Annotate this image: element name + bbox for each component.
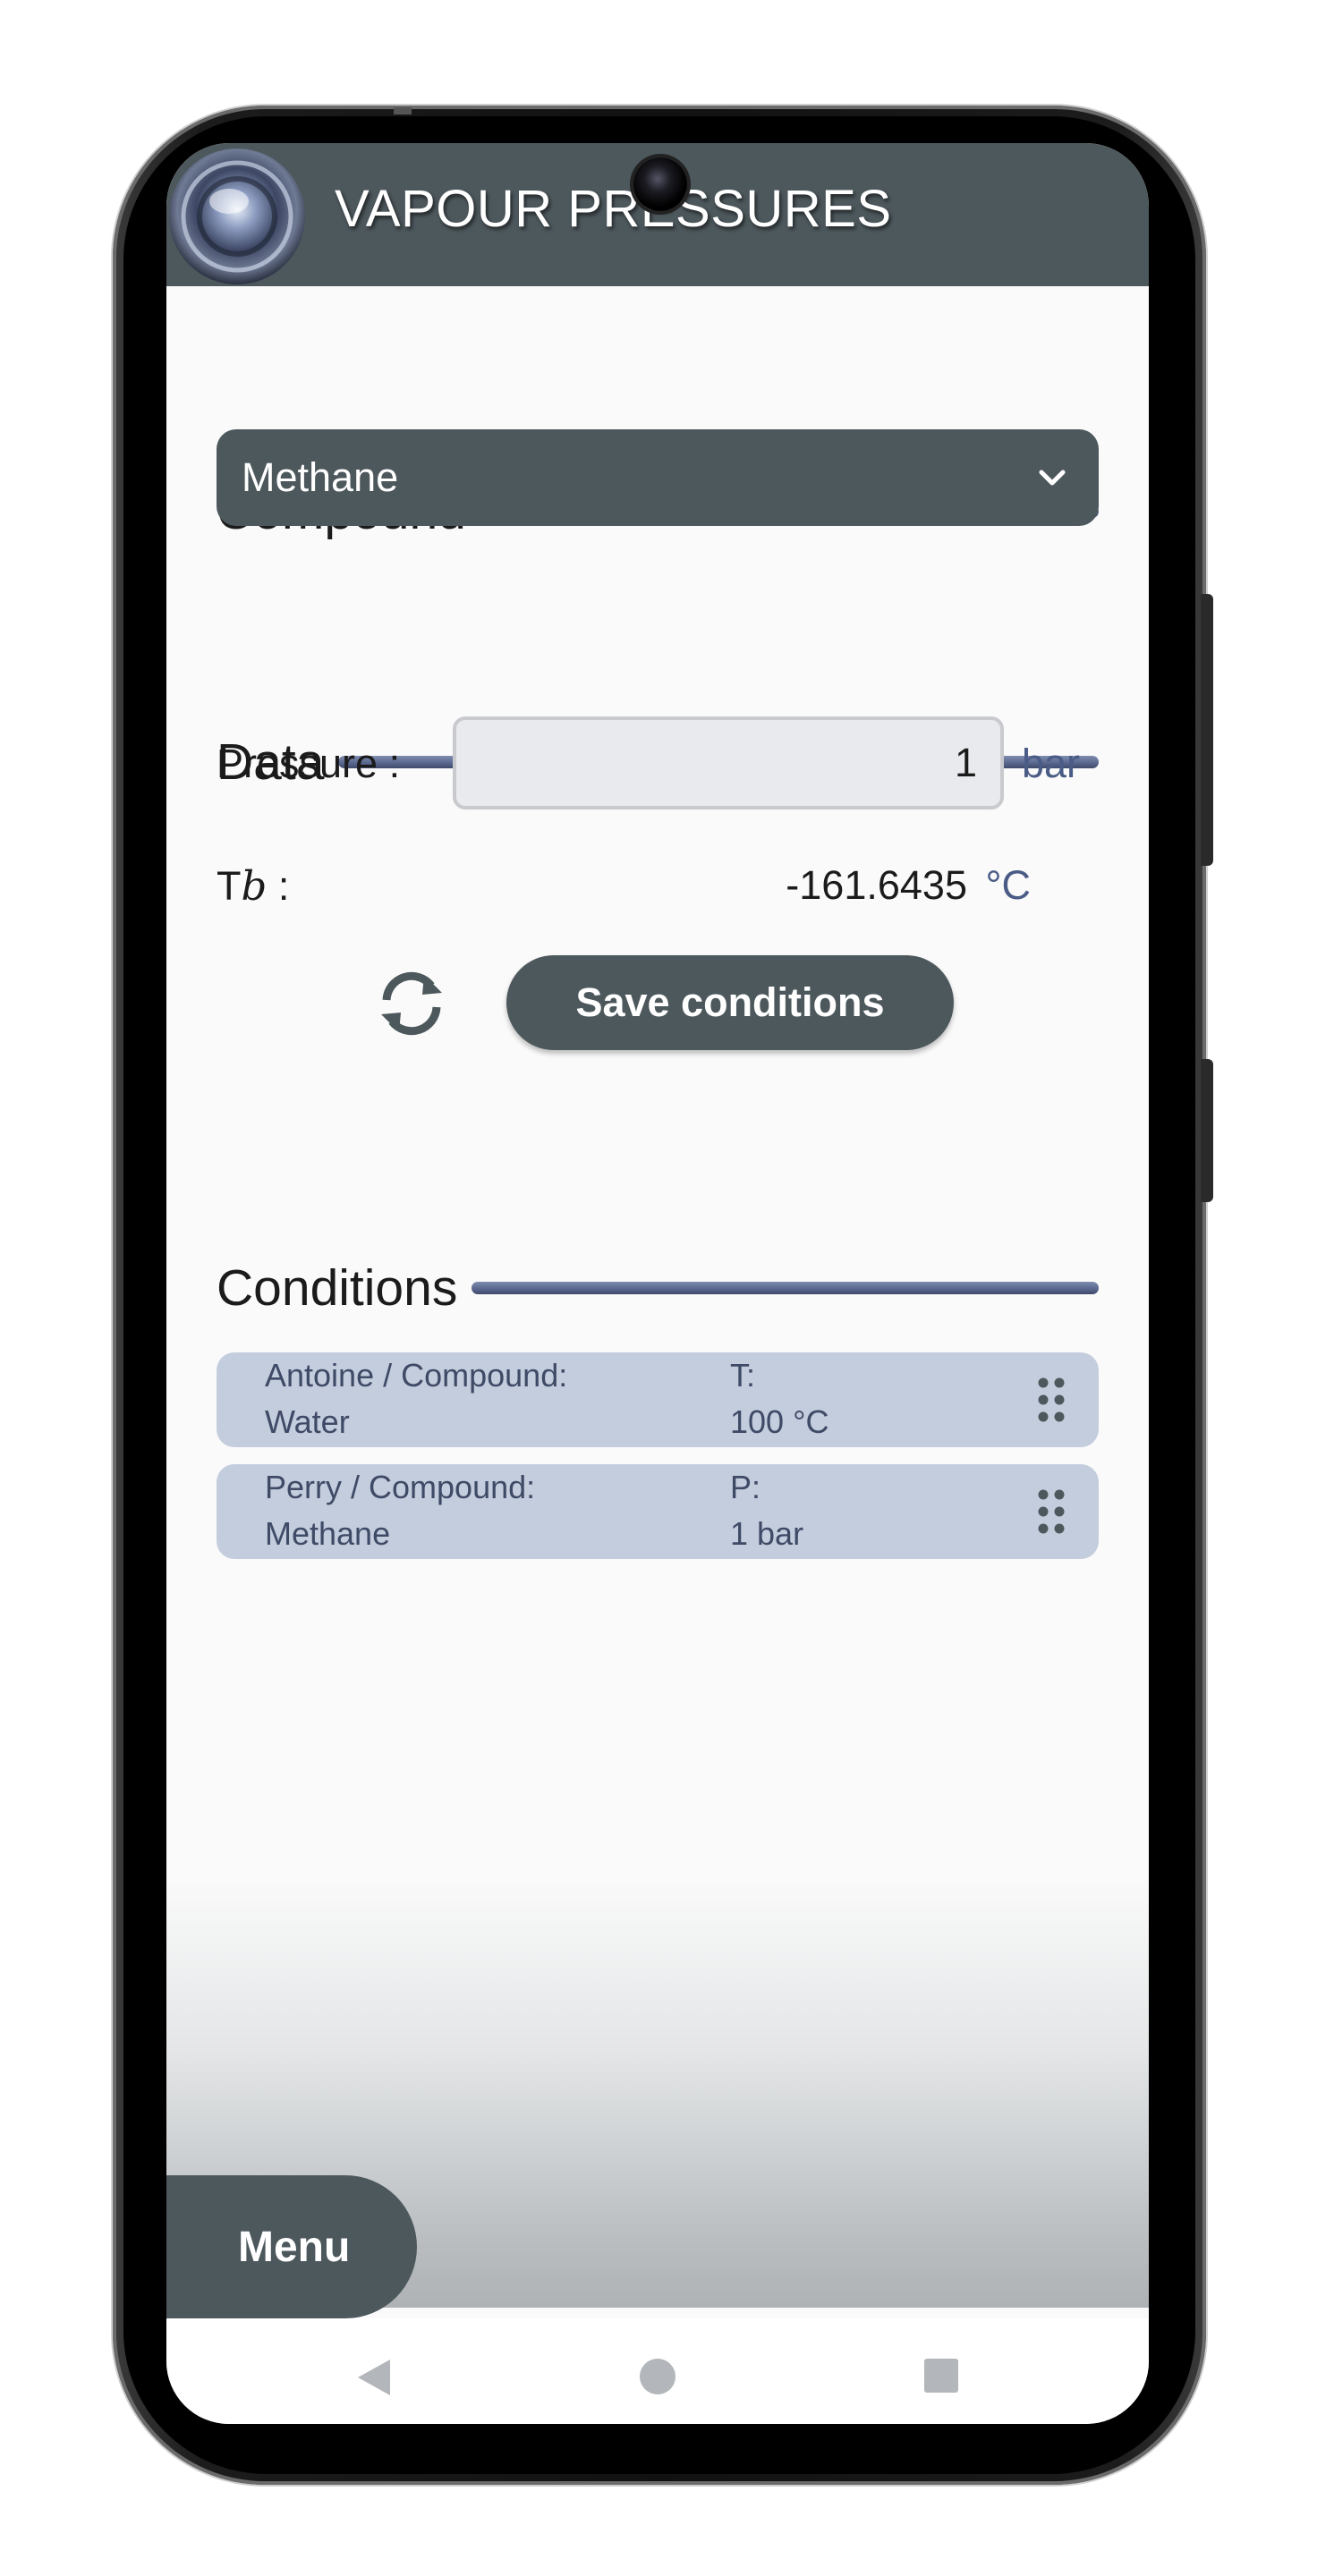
- pressure-unit: bar: [1022, 741, 1081, 786]
- chevron-down-icon: [1039, 470, 1066, 486]
- condition-compound: Water: [265, 1403, 350, 1440]
- condition-compound: Methane: [265, 1515, 391, 1552]
- back-triangle-icon[interactable]: [356, 2358, 392, 2397]
- compound-select[interactable]: Methane: [217, 429, 1099, 526]
- pressure-label: Pressure :: [217, 741, 401, 786]
- tb-value-row: -161.6435 °C: [786, 862, 1031, 909]
- tb-label-suffix: :: [267, 863, 290, 909]
- section-divider: [472, 1282, 1099, 1294]
- app-screen: VAPOUR PRESSURES Compound Methane Data P…: [166, 143, 1149, 2424]
- condition-method: Perry / Compound:: [265, 1469, 536, 1505]
- tb-label: Tb :: [217, 862, 289, 910]
- tb-label-subscript: b: [241, 862, 268, 910]
- condition-variable-label: T:: [730, 1357, 756, 1394]
- recents-square-icon[interactable]: [923, 2358, 959, 2394]
- condition-variable-value: 1 bar: [730, 1515, 804, 1552]
- power-button: [1201, 1059, 1213, 1202]
- drag-handle-icon[interactable]: [1036, 1489, 1066, 1534]
- system-navigation-bar: [166, 2318, 1149, 2424]
- condition-variable-value: 100 °C: [730, 1403, 829, 1440]
- condition-method: Antoine / Compound:: [265, 1357, 568, 1394]
- drag-handle-icon[interactable]: [1036, 1377, 1066, 1422]
- app-logo-icon: [166, 146, 308, 287]
- condition-card[interactable]: Antoine / Compound: Water T: 100 °C: [217, 1352, 1099, 1447]
- conditions-heading: Conditions: [217, 1259, 458, 1317]
- conditions-section-header: Conditions: [217, 1259, 1099, 1317]
- refresh-icon[interactable]: [374, 966, 449, 1041]
- condition-variable-label: P:: [730, 1469, 761, 1505]
- condition-card[interactable]: Perry / Compound: Methane P: 1 bar: [217, 1464, 1099, 1559]
- pressure-input[interactable]: [453, 716, 1004, 809]
- volume-button: [1201, 594, 1213, 866]
- app-title: VAPOUR PRESSURES: [335, 180, 892, 238]
- home-circle-icon[interactable]: [639, 2358, 676, 2395]
- save-conditions-button[interactable]: Save conditions: [506, 955, 954, 1050]
- menu-button[interactable]: Menu: [166, 2175, 417, 2318]
- app-header: VAPOUR PRESSURES: [166, 143, 1149, 286]
- front-camera: [633, 157, 687, 211]
- tb-label-prefix: T: [217, 863, 242, 909]
- compound-selected-value: Methane: [242, 454, 399, 500]
- tb-unit: °C: [985, 862, 1032, 908]
- tb-value: -161.6435: [786, 862, 967, 908]
- phone-top-slot: [394, 107, 412, 114]
